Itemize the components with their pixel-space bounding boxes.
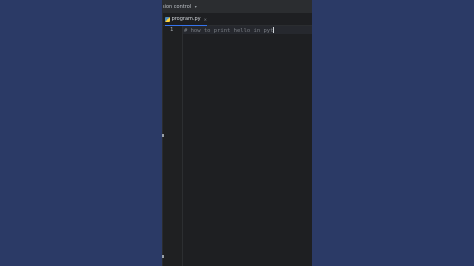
text-caret — [273, 27, 275, 33]
comment-text: # how to print hello in pyt — [184, 28, 274, 34]
version-control-label: sion control — [162, 3, 192, 10]
chevron-down-icon: ▾ — [194, 3, 197, 9]
close-icon[interactable]: × — [204, 17, 207, 22]
python-file-icon — [165, 16, 170, 22]
tab-filename: program.py — [171, 16, 201, 22]
line-number: 1 — [170, 27, 174, 33]
line-number-gutter: 1 — [162, 26, 183, 266]
version-control-menu[interactable]: sion control ▾ — [162, 4, 197, 10]
current-line-highlight: # how to print hello in pyt — [183, 26, 312, 34]
editor-tab-bar: program.py × — [162, 13, 312, 26]
tab-program-py[interactable]: program.py × — [165, 13, 207, 25]
tool-window-marker[interactable] — [162, 255, 164, 258]
ide-window: sion control ▾ program.py × 1 # how to p… — [162, 0, 312, 266]
code-line-comment: # how to print hello in pyt — [184, 27, 275, 34]
title-bar: sion control ▾ — [162, 0, 312, 13]
tool-window-marker[interactable] — [162, 134, 164, 137]
code-editor[interactable]: # how to print hello in pyt — [183, 26, 312, 266]
tool-window-strip — [162, 0, 163, 266]
desktop-background: sion control ▾ program.py × 1 # how to p… — [0, 0, 474, 266]
